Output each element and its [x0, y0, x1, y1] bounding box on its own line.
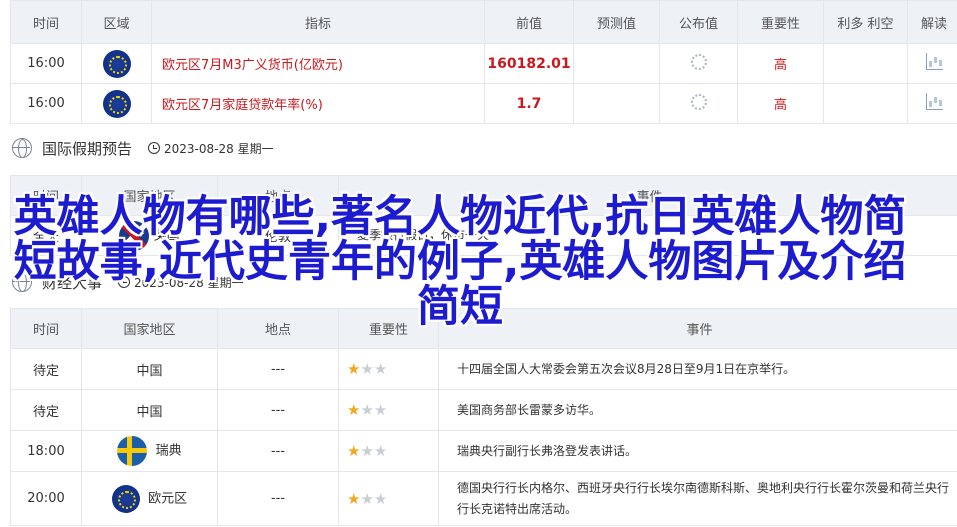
star-empty-icon: ★ [360, 360, 374, 378]
indicator-link[interactable]: 欧元区7月M3广义货币(亿欧元) [151, 43, 485, 84]
forecast-value [573, 43, 660, 84]
row-time: 待定 [10, 348, 82, 390]
country-name: 中国 [81, 348, 218, 390]
loading-spinner-icon [690, 93, 707, 110]
row-place: --- [217, 430, 339, 472]
importance-level: 高 [737, 43, 824, 84]
row-place: --- [217, 389, 339, 431]
row-place: --- [217, 471, 339, 526]
loading-spinner-icon [690, 53, 707, 70]
importance-level: 高 [737, 83, 824, 124]
col-header-actual: 公布值 [659, 0, 738, 44]
star-empty-icon: ★ [373, 489, 388, 508]
clock-icon [148, 142, 161, 154]
section-date: 2023-08-28 星期一 [164, 141, 274, 156]
star-empty-icon: ★ [360, 401, 374, 419]
forecast-value [573, 83, 660, 124]
col-header-importance: 重要性 [737, 0, 824, 44]
sweden-flag-icon [117, 436, 148, 466]
star-empty-icon: ★ [360, 442, 374, 460]
table-row: 待定 中国 --- ★★★ 美国商务部长雷蒙多访华。 [10, 389, 957, 431]
impact-cell [823, 83, 908, 124]
indicator-link[interactable]: 欧元区7月家庭贷款年率(%) [151, 83, 485, 124]
chart-analysis-icon[interactable] [925, 93, 943, 110]
col-header-impact: 利多 利空 [823, 0, 908, 44]
table-row: 16:00 欧元区7月家庭贷款年率(%) 1.7 高 [10, 83, 957, 124]
star-empty-icon: ★ [360, 489, 374, 508]
table-row: 20:00 欧元区 --- ★★★ 德国央行行长内格尔、西班牙央行行长埃尔南德斯… [10, 471, 957, 526]
row-time: 20:00 [10, 471, 82, 526]
country-name: 瑞典 [155, 443, 182, 459]
events-table: 时间 国家地区 地点 重要性 事件 待定 中国 --- ★★★ 十四届全国人大常… [10, 308, 957, 526]
holiday-section-header: 国际假期预告 2023-08-28 星期一 [12, 136, 274, 160]
row-event: 美国商务部长雷蒙多访华。 [438, 389, 957, 431]
star-filled-icon: ★ [347, 360, 361, 378]
prev-value: 160182.01 [484, 43, 574, 84]
overlay-title: 英雄人物有哪些,著名人物近代,抗日英雄人物简短故事,近代史青年的例子,英雄人物图… [13, 192, 907, 332]
col-header-indicator: 指标 [151, 0, 485, 44]
globe-icon [12, 138, 32, 158]
star-empty-icon: ★ [373, 401, 388, 419]
col-header-region: 区域 [81, 0, 152, 44]
star-rating: ★★★ [338, 471, 439, 526]
eu-flag-icon [102, 89, 131, 118]
economic-data-table: 时间 区域 指标 前值 预测值 公布值 重要性 利多 利空 解读 16:00 欧… [10, 0, 957, 124]
star-empty-icon: ★ [373, 360, 388, 378]
col-header-prev: 前值 [484, 0, 574, 44]
row-event: 德国央行行长内格尔、西班牙央行行长埃尔南德斯科斯、奥地利央行行长霍尔茨曼和荷兰央… [438, 471, 957, 526]
eu-flag-icon [111, 484, 140, 513]
impact-cell [823, 43, 908, 84]
section-title: 国际假期预告 [42, 139, 133, 158]
row-event: 瑞典央行副行长弗洛登发表讲话。 [438, 430, 957, 472]
star-filled-icon: ★ [347, 442, 361, 460]
star-empty-icon: ★ [373, 442, 388, 460]
chart-analysis-icon[interactable] [925, 53, 943, 70]
prev-value: 1.7 [484, 83, 574, 124]
col-header-forecast: 预测值 [573, 0, 660, 44]
row-time: 18:00 [10, 430, 82, 472]
table-row: 16:00 欧元区7月M3广义货币(亿欧元) 160182.01 高 [10, 43, 957, 84]
country-name: 中国 [81, 389, 218, 431]
row-time: 16:00 [10, 43, 82, 84]
table-row: 18:00 瑞典 --- ★★★ 瑞典央行副行长弗洛登发表讲话。 [10, 430, 957, 472]
country-name: 欧元区 [148, 491, 188, 506]
table-row: 待定 中国 --- ★★★ 十四届全国人大常委会第五次会议8月28日至9月1日在… [10, 348, 957, 390]
row-event: 十四届全国人大常委会第五次会议8月28日至9月1日在京举行。 [438, 348, 957, 390]
col-header-time: 时间 [10, 0, 82, 44]
star-filled-icon: ★ [347, 489, 361, 508]
star-rating: ★★★ [338, 430, 439, 472]
table-header-row: 时间 区域 指标 前值 预测值 公布值 重要性 利多 利空 解读 [10, 0, 957, 44]
row-time: 16:00 [10, 83, 82, 124]
eu-flag-icon [102, 49, 131, 78]
star-rating: ★★★ [338, 348, 439, 390]
star-rating: ★★★ [338, 389, 439, 431]
star-filled-icon: ★ [347, 401, 361, 419]
col-header-analysis: 解读 [907, 0, 957, 44]
row-time: 待定 [10, 389, 82, 431]
row-place: --- [217, 348, 339, 390]
